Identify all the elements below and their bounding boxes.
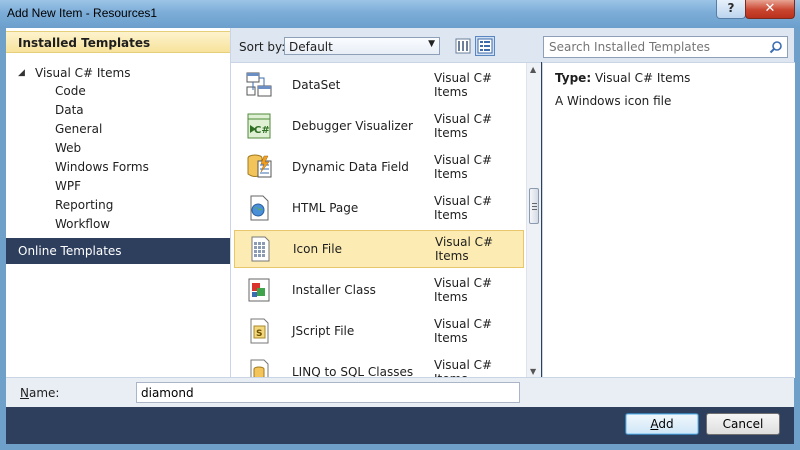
dynamic-data-field-icon [247, 154, 272, 178]
template-row[interactable]: Dynamic Data Field Visual C# Items [234, 148, 524, 186]
sort-by-value: Default [289, 40, 333, 54]
tree-item-code[interactable]: Code [55, 82, 149, 101]
tree-item-workflow[interactable]: Workflow [55, 215, 149, 234]
template-row[interactable]: DataSet Visual C# Items [234, 66, 524, 104]
add-button[interactable]: Add [625, 413, 699, 435]
dataset-icon [246, 72, 272, 97]
template-row[interactable]: LINQ to SQL Classes Visual C# Items [234, 353, 524, 378]
jscript-file-icon: S [250, 318, 269, 344]
scroll-up-arrow-icon[interactable]: ▲ [530, 65, 536, 74]
name-input[interactable] [136, 382, 520, 403]
tree-children: Code Data General Web Windows Forms WPF … [55, 82, 149, 234]
grip-line [532, 206, 537, 207]
template-category: Visual C# Items [434, 317, 493, 345]
template-category: Visual C# Items [434, 153, 493, 181]
grip-line [532, 209, 537, 210]
type-value: Visual C# Items [594, 71, 691, 85]
toolbar: Sort by: Default ▼ [231, 28, 794, 62]
sort-by-label: Sort by: [239, 40, 286, 54]
template-name: Installer Class [292, 283, 376, 297]
dropdown-arrow-icon[interactable]: ▼ [428, 39, 435, 49]
template-category: Visual C# Items [434, 276, 493, 304]
template-row[interactable]: Installer Class Visual C# Items [234, 271, 524, 309]
scrollbar-thumb[interactable] [529, 188, 539, 224]
template-name: Icon File [293, 242, 342, 256]
installer-class-icon [248, 278, 270, 302]
search-input[interactable] [549, 39, 764, 55]
small-icons-view-button[interactable] [453, 36, 473, 56]
tree-root-label: Visual C# Items [35, 66, 131, 80]
tree-root-visual-csharp-items[interactable]: ◢ Visual C# Items [18, 64, 133, 82]
search-icon[interactable] [769, 40, 783, 54]
template-category: Visual C# Items [434, 358, 493, 378]
template-name: Dynamic Data Field [292, 160, 409, 174]
search-box [543, 36, 788, 58]
svg-text:S: S [256, 329, 262, 339]
template-row[interactable]: C# Debugger Visualizer Visual C# Items [234, 107, 524, 145]
template-name: DataSet [292, 78, 341, 92]
sort-by-dropdown[interactable]: Default ▼ [284, 37, 440, 55]
online-templates-item[interactable]: Online Templates [6, 238, 230, 264]
tree-item-windows-forms[interactable]: Windows Forms [55, 158, 149, 177]
template-category: Visual C# Items [435, 235, 494, 263]
tree-item-general[interactable]: General [55, 120, 149, 139]
type-label: Type: [555, 71, 592, 85]
template-category: Visual C# Items [434, 194, 493, 222]
linq-to-sql-icon [250, 359, 269, 378]
template-list: DataSet Visual C# Items C# Debugger Visu… [231, 62, 541, 378]
medium-icons-view-icon [477, 38, 493, 54]
debugger-visualizer-icon: C# [247, 113, 271, 139]
template-row[interactable]: HTML Page Visual C# Items [234, 189, 524, 227]
svg-text:C#: C# [254, 125, 270, 136]
window-title: Add New Item - Resources1 [7, 6, 158, 20]
template-row[interactable]: S JScript File Visual C# Items [234, 312, 524, 350]
template-category: Visual C# Items [434, 112, 493, 140]
template-row-selected[interactable]: Icon File Visual C# Items [234, 230, 524, 268]
expand-triangle-icon[interactable]: ◢ [18, 68, 32, 78]
name-label: Name: [20, 386, 59, 400]
template-name: JScript File [292, 324, 355, 338]
small-icons-view-icon [455, 38, 471, 54]
template-description: A Windows icon file [555, 94, 672, 108]
template-category: Visual C# Items [434, 71, 493, 99]
title-bar[interactable]: Add New Item - Resources1 ? ✕ [0, 0, 800, 28]
name-label-accesskey: N [20, 386, 29, 400]
details-panel: Type: Visual C# Items A Windows icon fil… [542, 62, 795, 378]
add-new-item-dialog: Add New Item - Resources1 ? ✕ Installed … [0, 0, 800, 450]
html-page-icon [250, 195, 269, 221]
template-list-scrollbar[interactable]: ▲ ▼ [526, 63, 541, 378]
name-label-text: ame: [28, 386, 60, 400]
grip-line [532, 203, 537, 204]
icon-file-icon [251, 236, 270, 262]
type-row: Type: Visual C# Items [555, 71, 690, 85]
close-button[interactable]: ✕ [745, 0, 795, 19]
tree-item-reporting[interactable]: Reporting [55, 196, 149, 215]
template-name: Debugger Visualizer [292, 119, 413, 133]
tree-item-data[interactable]: Data [55, 101, 149, 120]
scroll-down-arrow-icon[interactable]: ▼ [530, 367, 536, 376]
tree-item-web[interactable]: Web [55, 139, 149, 158]
template-name: HTML Page [292, 201, 359, 215]
add-button-label: dd [658, 417, 674, 431]
help-button[interactable]: ? [716, 0, 746, 19]
template-tree-panel: Installed Templates ◢ Visual C# Items Co… [6, 28, 231, 377]
dialog-body: Installed Templates ◢ Visual C# Items Co… [6, 28, 795, 444]
name-bar: Name: [6, 377, 794, 407]
cancel-button[interactable]: Cancel [706, 413, 780, 435]
tree-item-wpf[interactable]: WPF [55, 177, 149, 196]
medium-icons-view-button[interactable] [475, 36, 495, 56]
installed-templates-header[interactable]: Installed Templates [6, 31, 230, 53]
